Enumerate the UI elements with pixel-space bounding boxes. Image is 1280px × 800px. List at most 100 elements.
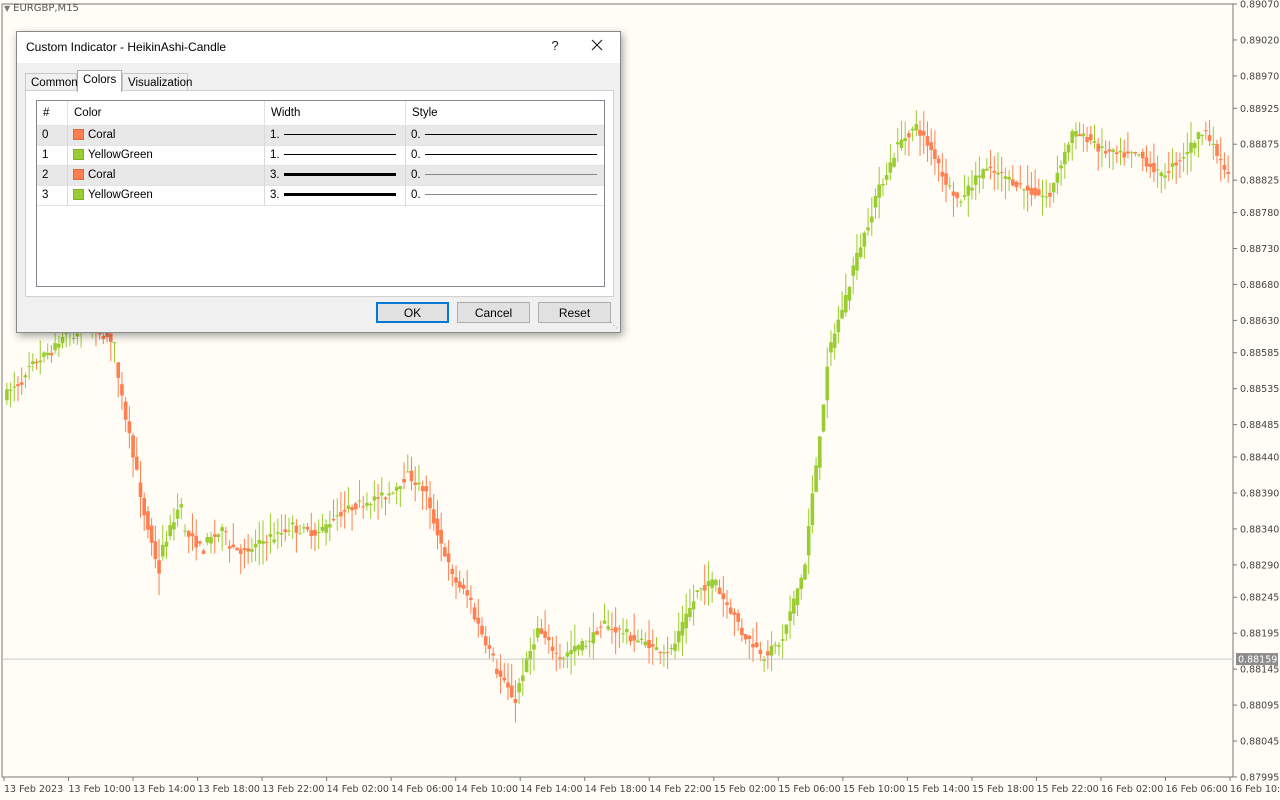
bear-candle (1096, 143, 1101, 152)
y-tick-label: 0.89020 (1240, 35, 1279, 46)
bear-candle (1025, 185, 1030, 191)
table-row[interactable]: 1 YellowGreen 1. 0. (37, 146, 604, 166)
bear-candle (309, 530, 314, 537)
bear-candle (123, 401, 128, 420)
y-tick-label: 0.88585 (1240, 348, 1279, 359)
bull-candle (847, 286, 852, 301)
bull-candle (773, 644, 778, 646)
bull-candle (806, 525, 811, 556)
bear-candle (49, 352, 54, 356)
x-tick-label: 16 Feb 10:00 (1230, 784, 1280, 795)
style-cell[interactable]: 0. (406, 126, 604, 146)
bear-candle (120, 384, 124, 396)
bull-candle (302, 527, 306, 529)
bull-candle (836, 319, 841, 333)
bear-candle (1103, 150, 1108, 154)
cancel-button[interactable]: Cancel (457, 302, 530, 323)
color-name: YellowGreen (88, 189, 153, 201)
bull-candle (1137, 154, 1141, 156)
bear-candle (1222, 164, 1227, 170)
bear-candle (235, 547, 239, 551)
bear-candle (1114, 152, 1119, 155)
bear-candle (758, 649, 763, 655)
bull-candle (272, 539, 276, 543)
close-icon[interactable] (590, 38, 604, 52)
width-cell[interactable]: 1. (265, 146, 406, 166)
bear-candle (186, 531, 191, 537)
dropdown-triangle-icon[interactable]: ▼ (4, 4, 10, 13)
bull-candle (840, 309, 844, 319)
bull-candle (1155, 169, 1160, 171)
width-cell[interactable]: 3. (265, 186, 406, 206)
bear-candle (1011, 179, 1015, 186)
bear-candle (194, 535, 198, 548)
bull-candle (569, 650, 573, 655)
style-cell[interactable]: 0. (406, 186, 604, 206)
width-line-icon (284, 134, 396, 136)
bear-candle (350, 507, 354, 511)
bear-candle (647, 639, 651, 649)
bull-candle (584, 645, 588, 647)
tab-colors[interactable]: Colors (77, 70, 122, 92)
table-row[interactable]: 2 Coral 3. 0. (37, 166, 604, 186)
bull-candle (53, 343, 57, 351)
width-cell[interactable]: 1. (265, 126, 406, 146)
bull-candle (42, 352, 46, 357)
bull-candle (8, 389, 13, 391)
x-tick-label: 16 Feb 06:00 (1165, 784, 1227, 795)
dialog-titlebar[interactable]: Custom Indicator - HeikinAshi-Candle ? (17, 32, 620, 63)
color-cell[interactable]: YellowGreen (68, 186, 265, 206)
bull-candle (268, 534, 273, 537)
table-row[interactable]: 3 YellowGreen 3. 0. (37, 186, 604, 206)
bear-candle (1085, 137, 1089, 143)
x-tick-label: 14 Feb 06:00 (391, 784, 453, 795)
bull-candle (966, 185, 971, 196)
width-cell[interactable]: 3. (265, 166, 406, 186)
y-tick-label: 0.88970 (1240, 71, 1279, 82)
col-header-color: Color (68, 101, 265, 126)
bull-candle (1059, 165, 1063, 169)
bull-candle (45, 352, 50, 356)
reset-button[interactable]: Reset (538, 302, 611, 323)
width-value: 1. (270, 149, 280, 161)
table-row[interactable]: 0 Coral 1. 0. (37, 126, 604, 146)
table-header: # Color Width Style (37, 101, 604, 126)
help-button[interactable]: ? (548, 38, 562, 53)
bear-candle (751, 643, 755, 648)
color-cell[interactable]: Coral (68, 166, 265, 186)
bull-candle (417, 482, 421, 485)
bear-candle (476, 617, 481, 624)
y-tick-label: 0.88680 (1240, 280, 1279, 291)
bear-candle (116, 362, 121, 378)
bull-candle (832, 333, 837, 349)
bull-candle (75, 333, 80, 337)
bull-candle (1163, 175, 1167, 178)
bull-candle (888, 162, 893, 173)
style-cell[interactable]: 0. (406, 166, 604, 186)
bull-candle (654, 647, 659, 651)
bear-candle (413, 482, 417, 486)
bear-candle (383, 497, 388, 500)
bear-candle (1088, 134, 1093, 140)
style-cell[interactable]: 0. (406, 146, 604, 166)
bull-candle (1051, 182, 1056, 193)
bull-candle (843, 294, 848, 313)
bear-candle (628, 635, 633, 642)
bear-candle (1037, 189, 1041, 196)
bear-candle (446, 553, 451, 563)
bear-candle (728, 607, 733, 614)
ok-button[interactable]: OK (376, 302, 449, 323)
resize-grip-icon[interactable]: ⋱ (610, 322, 618, 330)
bull-candle (624, 629, 629, 633)
bear-candle (34, 361, 39, 364)
bull-candle (387, 493, 392, 496)
bull-candle (521, 675, 525, 682)
color-cell[interactable]: YellowGreen (68, 146, 265, 166)
bear-candle (632, 635, 637, 641)
bear-candle (754, 642, 759, 647)
bear-candle (1122, 152, 1127, 158)
bull-candle (532, 644, 536, 650)
bull-candle (379, 492, 384, 496)
color-cell[interactable]: Coral (68, 126, 265, 146)
bull-candle (985, 168, 989, 171)
